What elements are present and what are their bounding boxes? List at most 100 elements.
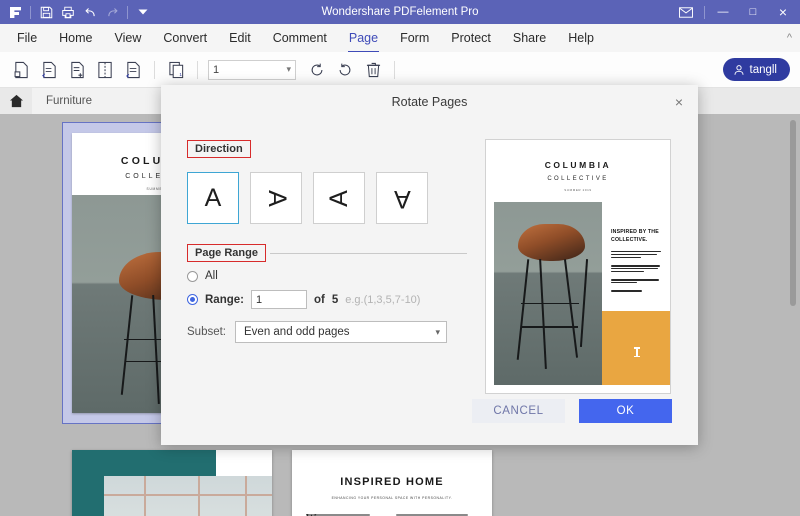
direction-glyph: A xyxy=(394,184,411,213)
ok-button[interactable]: OK xyxy=(579,399,672,423)
dialog-left-pane: Direction A A A A xyxy=(187,139,467,343)
replace-page-icon[interactable] xyxy=(120,57,146,83)
divider xyxy=(154,61,155,79)
preview-paragraph xyxy=(611,265,663,272)
rotate-left-icon[interactable] xyxy=(304,57,330,83)
chevron-down-icon: ▾ xyxy=(435,327,440,338)
radio-all[interactable] xyxy=(187,271,198,282)
title-bar: Wondershare PDFelement Pro — □ × xyxy=(0,0,800,24)
customize-toolbar-icon[interactable] xyxy=(133,2,153,22)
cancel-button[interactable]: CANCEL xyxy=(472,399,565,423)
insert-page-icon[interactable] xyxy=(8,57,34,83)
inspired-home-title: INSPIRED HOME xyxy=(292,450,492,488)
home-icon[interactable] xyxy=(0,88,32,114)
close-icon[interactable]: × xyxy=(670,93,688,111)
delete-page-icon[interactable] xyxy=(360,57,386,83)
split-page-icon[interactable] xyxy=(92,57,118,83)
page-range-all-row[interactable]: All xyxy=(187,270,467,282)
duplicate-page-icon[interactable]: 1 xyxy=(163,57,189,83)
preview-chair-photo xyxy=(494,202,602,385)
direction-option-0[interactable]: A xyxy=(187,172,239,224)
range-input[interactable]: 1 xyxy=(251,290,307,309)
menu-item-convert[interactable]: Convert xyxy=(152,27,218,49)
close-button[interactable]: × xyxy=(768,0,798,24)
inspired-home-columns: W xyxy=(292,500,492,516)
print-icon[interactable] xyxy=(58,2,78,22)
chevron-down-icon: ▾ xyxy=(286,64,291,75)
page-preview: COLUMBIA COLLECTIVE SUMMER 2019 INSPIRE xyxy=(485,139,671,394)
menu-item-comment[interactable]: Comment xyxy=(262,27,338,49)
preview-lower: INSPIRED BY THE COLLECTIVE. xyxy=(494,202,670,385)
direction-section: Direction A A A A xyxy=(187,139,467,224)
quick-access-toolbar xyxy=(0,2,153,22)
menu-item-file[interactable]: File xyxy=(6,27,48,49)
direction-option-270[interactable]: A xyxy=(313,172,365,224)
lamp-photo xyxy=(104,476,272,516)
chevron-up-icon[interactable]: ^ xyxy=(787,32,792,44)
direction-options: A A A A xyxy=(187,172,467,224)
svg-text:1: 1 xyxy=(179,72,182,78)
of-label: of xyxy=(314,294,325,306)
preview-headline: INSPIRED BY THE COLLECTIVE. xyxy=(611,228,663,244)
page-number-select[interactable]: 1 ▾ xyxy=(208,60,296,80)
insert-blank-page-icon[interactable] xyxy=(64,57,90,83)
undo-icon[interactable] xyxy=(80,2,100,22)
divider xyxy=(394,61,395,79)
range-label: Range: xyxy=(205,294,244,306)
user-name-label: tangll xyxy=(750,64,778,76)
vertical-scrollbar[interactable] xyxy=(786,114,800,516)
preview-orange-block xyxy=(602,311,670,385)
application-window: Wondershare PDFelement Pro — □ × File Ho… xyxy=(0,0,800,516)
dialog-footer: CANCEL OK xyxy=(472,399,672,423)
preview-paragraph xyxy=(611,251,663,258)
page-range-legend: Page Range xyxy=(187,244,266,262)
page-range-range-row[interactable]: Range: 1 of 5 e.g.(1,3,5,7-10) xyxy=(187,290,467,309)
rotate-right-icon[interactable] xyxy=(332,57,358,83)
direction-option-180[interactable]: A xyxy=(376,172,428,224)
subset-value: Even and odd pages xyxy=(244,326,350,338)
dialog-body: Direction A A A A xyxy=(161,119,698,445)
menu-item-help[interactable]: Help xyxy=(557,27,605,49)
preview-title: COLUMBIA xyxy=(486,140,670,170)
menu-item-share[interactable]: Share xyxy=(502,27,557,49)
preview-right-column: INSPIRED BY THE COLLECTIVE. xyxy=(602,202,670,385)
menu-item-view[interactable]: View xyxy=(104,27,153,49)
user-account-button[interactable]: tangll xyxy=(723,58,791,81)
preview-subtitle: COLLECTIVE xyxy=(486,170,670,182)
page-number-value: 1 xyxy=(213,64,219,76)
direction-glyph: A xyxy=(205,184,222,213)
radio-range[interactable] xyxy=(187,294,198,305)
direction-legend: Direction xyxy=(187,140,251,158)
maximize-button[interactable]: □ xyxy=(738,0,768,24)
scrollbar-thumb[interactable] xyxy=(790,120,796,306)
page-range-section: Page Range All Range: 1 of 5 e.g.(1,3,5,… xyxy=(187,244,467,343)
rotate-pages-dialog: Rotate Pages × Direction A A xyxy=(161,85,698,445)
direction-option-90[interactable]: A xyxy=(250,172,302,224)
subset-row: Subset: Even and odd pages ▾ xyxy=(187,321,467,343)
preview-paragraph xyxy=(611,290,663,291)
extract-page-icon[interactable] xyxy=(36,57,62,83)
page-toolbar: 1 1 ▾ tangll xyxy=(0,52,800,88)
menu-item-home[interactable]: Home xyxy=(48,27,103,49)
minimize-button[interactable]: — xyxy=(708,0,738,24)
menu-item-protect[interactable]: Protect xyxy=(440,27,502,49)
save-icon[interactable] xyxy=(36,2,56,22)
mail-icon[interactable] xyxy=(671,0,701,24)
menu-item-form[interactable]: Form xyxy=(389,27,440,49)
page-thumbnail-5[interactable]: INSPIRED HOME ENHANCING YOUR PERSONAL SP… xyxy=(292,450,492,516)
page-thumbnail-4[interactable] xyxy=(72,450,272,516)
divider xyxy=(704,6,705,19)
app-logo-icon xyxy=(5,2,25,22)
user-icon xyxy=(733,64,745,76)
menu-item-edit[interactable]: Edit xyxy=(218,27,262,49)
range-hint: e.g.(1,3,5,7-10) xyxy=(345,294,420,306)
tab-furniture[interactable]: Furniture xyxy=(32,88,182,114)
divider xyxy=(30,6,31,19)
inspired-home-subtitle: ENHANCING YOUR PERSONAL SPACE WITH PERSO… xyxy=(292,488,492,500)
redo-icon xyxy=(102,2,122,22)
section-divider xyxy=(270,253,467,254)
dialog-header: Rotate Pages × xyxy=(161,85,698,119)
menu-item-page[interactable]: Page xyxy=(338,27,389,49)
subset-select[interactable]: Even and odd pages ▾ xyxy=(235,321,447,343)
divider xyxy=(197,61,198,79)
